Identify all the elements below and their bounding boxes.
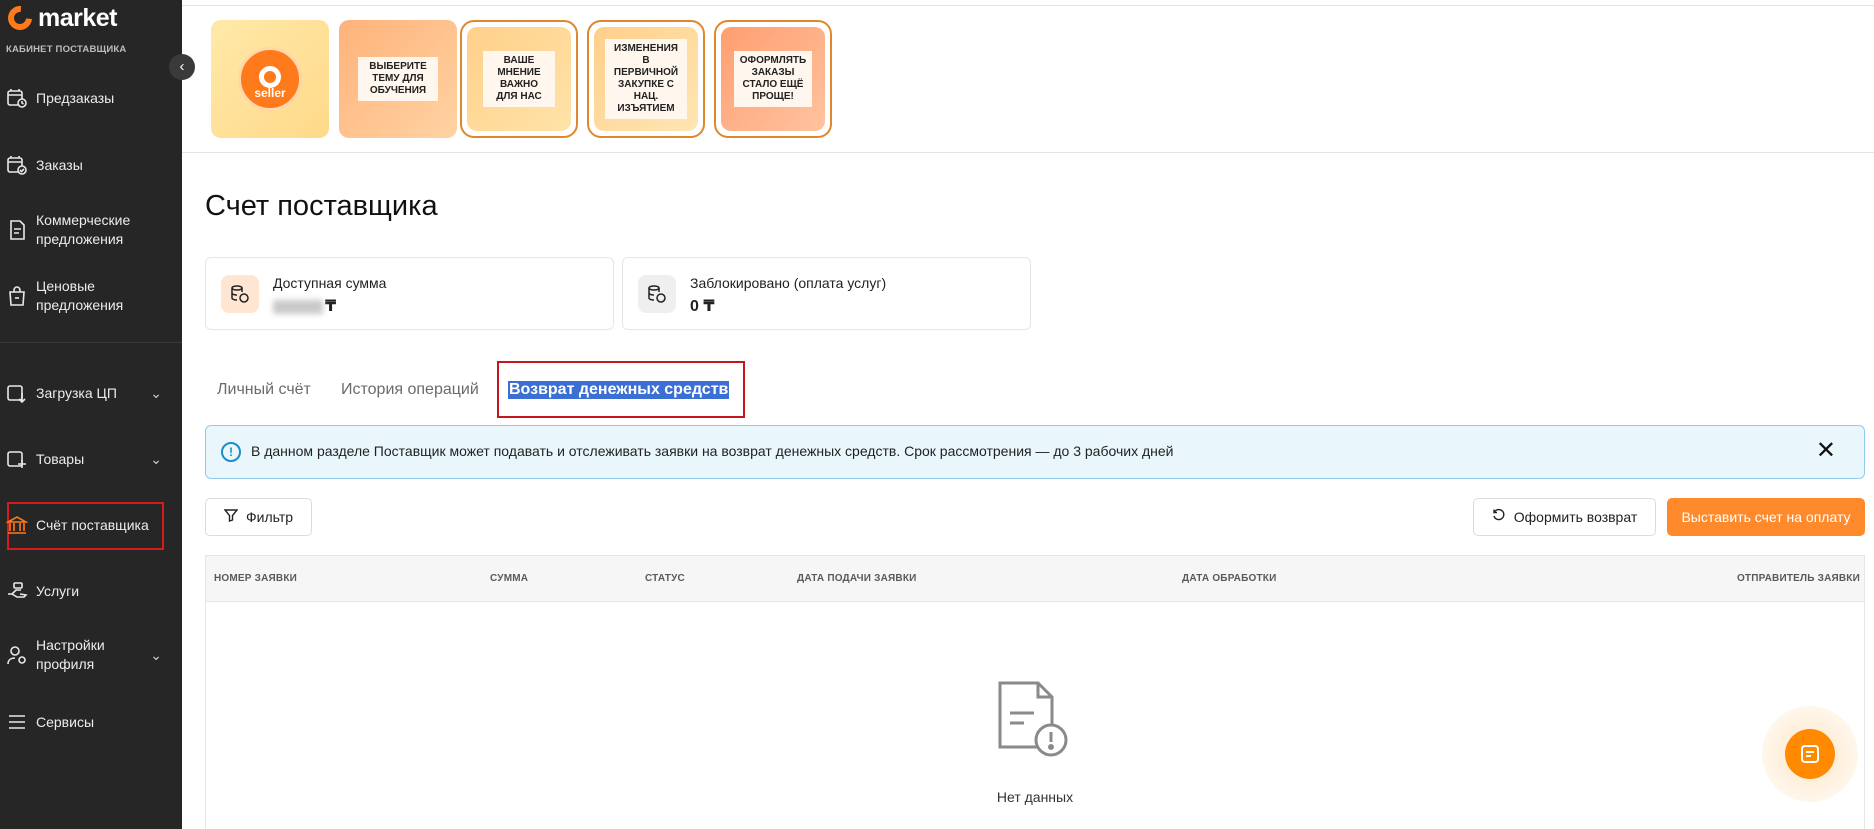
sidebar-item-profile-settings[interactable]: Настройки профиля ⌄ xyxy=(0,636,182,674)
blurred-amount xyxy=(273,299,323,314)
story-label: ИЗМЕНЕНИЯ В ПЕРВИЧНОЙ ЗАКУПКЕ С НАЦ. ИЗЪ… xyxy=(605,39,687,119)
available-balance-label: Доступная сумма xyxy=(273,275,387,291)
preorders-icon xyxy=(6,87,28,109)
story-label: ВАШЕ МНЕНИЕ ВАЖНО ДЛЯ НАС xyxy=(483,51,555,107)
sidebar-divider xyxy=(0,342,182,343)
stories-divider xyxy=(182,152,1874,153)
story-label: ВЫБЕРИТЕ ТЕМУ ДЛЯ ОБУЧЕНИЯ xyxy=(358,57,438,101)
page-title: Счет поставщика xyxy=(205,190,438,222)
tab-operations-history[interactable]: История операций xyxy=(341,381,479,399)
sidebar-item-price-offers[interactable]: Ценовые предложения xyxy=(0,277,182,315)
logo-icon xyxy=(3,1,37,35)
column-amount[interactable]: СУММА xyxy=(490,573,528,584)
filter-icon xyxy=(223,508,239,526)
coins-icon xyxy=(221,275,259,313)
story-label: ОФОРМЛЯТЬ ЗАКАЗЫ СТАЛО ЕЩЁ ПРОЩЕ! xyxy=(734,51,812,107)
sidebar-item-commercial-offers[interactable]: Коммерческие предложения xyxy=(0,211,182,249)
story-procurement-changes[interactable]: ИЗМЕНЕНИЯ В ПЕРВИЧНОЙ ЗАКУПКЕ С НАЦ. ИЗЪ… xyxy=(587,20,705,138)
refresh-icon xyxy=(1492,508,1506,526)
sidebar-item-label: Счёт поставщика xyxy=(36,516,149,533)
sidebar-item-upload-cp[interactable]: Загрузка ЦП ⌄ xyxy=(0,382,182,404)
menu-icon xyxy=(6,711,28,733)
story-label: seller xyxy=(254,86,286,100)
blocked-balance-label: Заблокировано (оплата услуг) xyxy=(690,275,887,291)
create-refund-label: Оформить возврат xyxy=(1513,509,1638,525)
sidebar-item-label: Настройки профиля xyxy=(36,637,105,672)
brand-subtitle: КАБИНЕТ ПОСТАВЩИКА xyxy=(6,44,127,55)
sidebar-collapse-button[interactable]: ‹ xyxy=(169,54,195,80)
empty-document-icon xyxy=(994,679,1074,761)
sidebar-item-label: Заказы xyxy=(36,156,83,173)
filter-button-label: Фильтр xyxy=(245,509,294,525)
sidebar-item-label: Сервисы xyxy=(36,713,95,730)
chevron-down-icon: ⌄ xyxy=(150,384,162,401)
top-divider xyxy=(182,5,1874,6)
issue-invoice-button[interactable]: Выставить счет на оплату xyxy=(1667,498,1865,536)
sidebar-item-services-menu[interactable]: Сервисы xyxy=(0,711,182,733)
price-bag-icon xyxy=(6,285,28,307)
sidebar-item-label: Услуги xyxy=(36,582,80,599)
sidebar-item-services[interactable]: Услуги xyxy=(0,580,182,602)
document-icon xyxy=(6,219,28,241)
sidebar: market КАБИНЕТ ПОСТАВЩИКА Предзаказы Зак… xyxy=(0,0,182,829)
services-hand-icon xyxy=(6,580,28,602)
story-training[interactable]: ВЫБЕРИТЕ ТЕМУ ДЛЯ ОБУЧЕНИЯ xyxy=(339,20,457,138)
orders-icon xyxy=(6,154,28,176)
empty-state-text: Нет данных xyxy=(996,789,1074,805)
currency-sign: ₸ xyxy=(325,298,337,315)
sidebar-item-label: Загрузка ЦП xyxy=(36,384,117,401)
profile-settings-icon xyxy=(6,644,28,666)
active-tab-highlight xyxy=(497,361,745,418)
add-product-icon xyxy=(6,448,28,470)
support-chat-button[interactable] xyxy=(1762,706,1858,802)
chevron-down-icon: ⌄ xyxy=(150,450,162,467)
column-request-number[interactable]: НОМЕР ЗАЯВКИ xyxy=(214,573,297,584)
sidebar-item-label: Ценовые предложения xyxy=(36,278,124,313)
sidebar-item-label: Предзаказы xyxy=(36,89,115,106)
seller-logo-icon: seller xyxy=(238,47,302,111)
column-status[interactable]: СТАТУС xyxy=(645,573,685,584)
story-feedback[interactable]: ВАШЕ МНЕНИЕ ВАЖНО ДЛЯ НАС xyxy=(460,20,578,138)
table-header: НОМЕР ЗАЯВКИ СУММА СТАТУС ДАТА ПОДАЧИ ЗА… xyxy=(206,556,1864,602)
available-balance-card: Доступная сумма ₸ xyxy=(205,257,614,330)
close-icon[interactable]: ✕ xyxy=(1816,436,1836,466)
blocked-balance-card: Заблокировано (оплата услуг) 0 ₸ xyxy=(622,257,1031,330)
sidebar-item-products[interactable]: Товары ⌄ xyxy=(0,448,182,470)
info-banner: ! В данном разделе Поставщик может подав… xyxy=(205,425,1865,479)
info-banner-text: В данном разделе Поставщик может подават… xyxy=(251,443,1174,459)
tab-personal-account[interactable]: Личный счёт xyxy=(217,381,311,399)
column-sender[interactable]: ОТПРАВИТЕЛЬ ЗАЯВКИ xyxy=(1737,573,1860,584)
sidebar-item-label: Коммерческие предложения xyxy=(36,212,131,247)
sidebar-item-orders[interactable]: Заказы xyxy=(0,154,182,176)
story-seller[interactable]: seller xyxy=(211,20,329,138)
issue-invoice-label: Выставить счет на оплату xyxy=(1681,509,1851,525)
sidebar-item-supplier-account[interactable]: Счёт поставщика xyxy=(0,514,182,536)
info-icon: ! xyxy=(221,442,241,462)
upload-icon xyxy=(6,382,28,404)
available-balance-value: ₸ xyxy=(273,296,336,316)
refund-requests-table: НОМЕР ЗАЯВКИ СУММА СТАТУС ДАТА ПОДАЧИ ЗА… xyxy=(205,555,1865,829)
column-submission-date[interactable]: ДАТА ПОДАЧИ ЗАЯВКИ xyxy=(797,573,917,584)
blocked-balance-value: 0 ₸ xyxy=(690,298,715,315)
story-ordering-easier[interactable]: ОФОРМЛЯТЬ ЗАКАЗЫ СТАЛО ЕЩЁ ПРОЩЕ! xyxy=(714,20,832,138)
sidebar-item-preorders[interactable]: Предзаказы xyxy=(0,87,182,109)
brand-logo[interactable]: market КАБИНЕТ ПОСТАВЩИКА xyxy=(3,1,176,66)
bank-icon xyxy=(6,514,28,536)
chevron-down-icon: ⌄ xyxy=(150,646,162,663)
column-processing-date[interactable]: ДАТА ОБРАБОТКИ xyxy=(1182,573,1276,584)
create-refund-button[interactable]: Оформить возврат xyxy=(1473,498,1656,536)
chat-icon xyxy=(1785,729,1835,779)
coins-icon xyxy=(638,275,676,313)
brand-name: market xyxy=(38,4,118,32)
sidebar-item-label: Товары xyxy=(36,450,85,467)
filter-button[interactable]: Фильтр xyxy=(205,498,312,536)
